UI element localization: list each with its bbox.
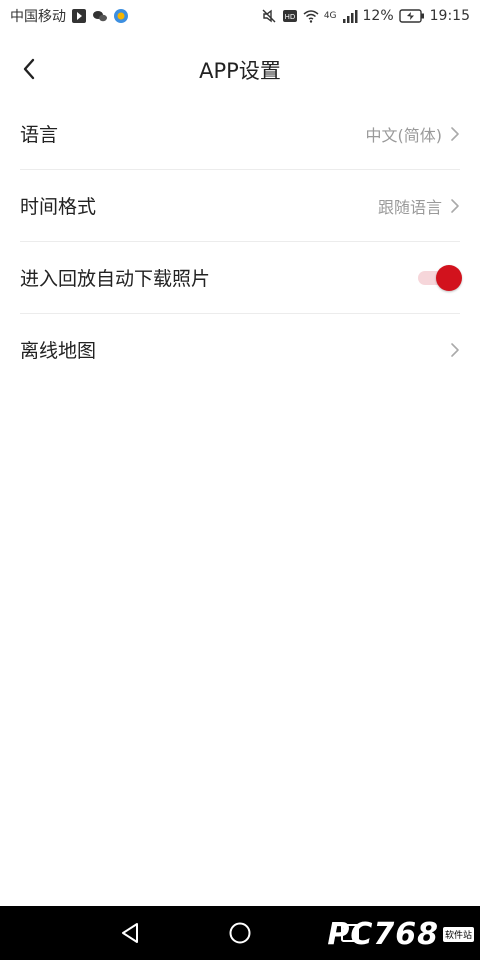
wifi-icon [303,10,319,23]
setting-time-format[interactable]: 时间格式 跟随语言 [20,170,460,242]
watermark-logo: PC768 软件站 [327,917,474,952]
auto-download-toggle[interactable] [418,264,462,291]
setting-auto-download-photos: 进入回放自动下载照片 [20,242,462,314]
watermark-subtext: 软件站 [442,927,474,942]
setting-offline-map[interactable]: 离线地图 [20,314,460,385]
network-type: 4G [323,11,337,21]
mute-icon [262,9,276,23]
chevron-right-icon [451,342,459,357]
setting-value-group: 跟随语言 [378,194,460,218]
setting-label: 进入回放自动下载照片 [20,268,211,290]
triangle-back-icon [122,923,138,943]
nav-home-button[interactable] [225,918,255,948]
setting-label: 语言 [20,124,59,146]
toggle-knob [436,264,462,291]
setting-label: 时间格式 [20,196,97,218]
settings-list: 语言 中文(简体) 时间格式 跟随语言 进入回放自动下载照片 离线地图 [0,98,480,385]
chevron-right-icon [451,198,459,213]
battery-icon [398,9,424,23]
page-title: APP设置 [199,59,281,83]
setting-value-group: 中文(简体) [366,122,461,146]
setting-value: 跟随语言 [377,197,442,217]
setting-label: 离线地图 [20,340,97,362]
carrier-name: 中国移动 [10,9,66,25]
wechat-icon [93,11,107,22]
browser-icon [114,9,128,23]
app-notification-icon [72,9,86,23]
circle-home-icon [229,922,251,944]
status-bar-left: 中国移动 [10,6,129,26]
system-nav-bar: PC768 软件站 [0,906,480,960]
clock: 19:15 [429,8,470,24]
app-header: APP设置 [0,38,480,102]
signal-icon [342,10,358,23]
setting-value: 中文(简体) [365,125,443,145]
status-bar: 中国移动 HD 4G 12% 19:15 [0,0,480,32]
watermark-text: PC768 [327,917,439,952]
chevron-right-icon [451,126,459,141]
battery-percent: 12% [362,8,394,24]
svg-text:HD: HD [284,13,295,21]
setting-value-group [450,342,460,358]
status-bar-right: HD 4G 12% 19:15 [261,8,470,24]
nav-back-button[interactable] [115,918,145,948]
setting-language[interactable]: 语言 中文(简体) [20,98,460,170]
hd-icon: HD [282,10,297,22]
